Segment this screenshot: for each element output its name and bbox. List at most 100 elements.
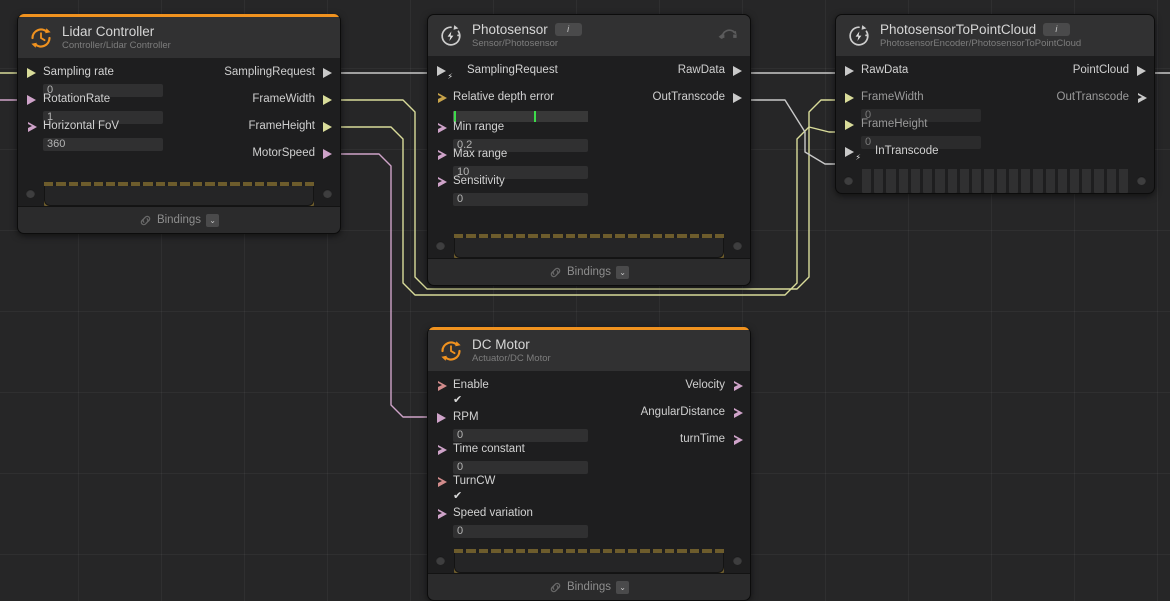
input-port-max-range[interactable] (434, 148, 448, 162)
output-port-turn-time[interactable] (730, 433, 744, 447)
chevron-down-icon[interactable]: ⌄ (616, 580, 630, 594)
input-port-frame-width[interactable] (842, 91, 856, 105)
info-icon[interactable]: i (554, 23, 582, 36)
node-photosensor[interactable]: Photosensor i Sensor/Photosensor ⚡ Sampl… (427, 14, 751, 286)
output-row-point-cloud[interactable]: PointCloud (954, 63, 1154, 77)
input-port-in-transcode[interactable]: ⚡ (842, 145, 861, 162)
chevron-down-icon[interactable]: ⌄ (206, 213, 220, 227)
input-row-turncw[interactable]: TurnCW (428, 474, 628, 488)
checkbox-turncw[interactable]: ✔ (453, 490, 462, 503)
input-port-turncw[interactable] (434, 475, 448, 489)
input-label: Horizontal FoV (43, 120, 120, 132)
output-row-angular-distance[interactable]: AngularDistance (540, 405, 750, 419)
connector-card (44, 186, 314, 206)
bolt-icon: ⚡ (447, 72, 453, 81)
clock-rotate-icon (438, 338, 464, 364)
input-port-min-range[interactable] (434, 121, 448, 135)
input-port-raw-data[interactable] (842, 64, 856, 78)
output-label: OutTranscode (1056, 91, 1129, 103)
node-title-row: Lidar Controller (62, 24, 171, 39)
screw-right (733, 556, 742, 565)
input-port-sensitivity[interactable] (434, 175, 448, 189)
transform-gizmo-icon[interactable] (718, 25, 740, 47)
connector-pins (862, 169, 1128, 193)
output-port-motor-speed[interactable] (320, 147, 334, 161)
output-label: FrameWidth (252, 93, 315, 105)
connector-card (454, 238, 724, 258)
input-port-horizontal-fov[interactable] (24, 120, 38, 134)
input-row-max-range[interactable]: Max range (428, 147, 628, 161)
screw-right (733, 241, 742, 250)
node-subtitle: PhotosensorEncoder/PhotosensorToPointClo… (880, 38, 1082, 49)
node-header[interactable]: Lidar Controller Controller/Lidar Contro… (18, 17, 340, 58)
output-row-motor-speed[interactable]: MotorSpeed (140, 146, 340, 160)
input-field-sensitivity[interactable]: 0 (453, 193, 588, 206)
screw-left (26, 189, 35, 198)
input-port-rpm[interactable] (434, 411, 448, 425)
output-port-out-transcode[interactable] (1134, 91, 1148, 105)
node-title-row: Photosensor i (472, 22, 582, 37)
output-row-out-transcode[interactable]: OutTranscode (954, 90, 1154, 104)
node-title: Lidar Controller (62, 24, 155, 39)
output-row-velocity[interactable]: Velocity (550, 378, 750, 392)
input-row-frame-height[interactable]: FrameHeight (836, 117, 1036, 131)
output-port-raw-data[interactable] (730, 64, 744, 78)
node-graph-canvas[interactable]: Lidar Controller Controller/Lidar Contro… (0, 0, 1170, 601)
wire-outtranscode (744, 99, 842, 165)
input-port-enable[interactable] (434, 379, 448, 393)
output-row-out-transcode[interactable]: OutTranscode (550, 90, 750, 104)
link-icon (549, 266, 562, 279)
output-port-frame-height[interactable] (320, 120, 334, 134)
input-port-time-constant[interactable] (434, 443, 448, 457)
screw-left (436, 556, 445, 565)
output-port-frame-width[interactable] (320, 93, 334, 107)
output-row-frame-height[interactable]: FrameHeight (140, 119, 340, 133)
chevron-down-icon[interactable]: ⌄ (616, 265, 630, 279)
link-icon (139, 214, 152, 227)
input-port-frame-height[interactable] (842, 118, 856, 132)
input-port-sampling-request[interactable]: ⚡ (434, 64, 453, 81)
output-port-out-transcode[interactable] (730, 91, 744, 105)
input-row-min-range[interactable]: Min range (428, 120, 628, 134)
node-photosensor-to-point-cloud[interactable]: PhotosensorToPointCloud i PhotosensorEnc… (835, 14, 1155, 194)
node-header[interactable]: DC Motor Actuator/DC Motor (428, 330, 750, 371)
checkbox-enable[interactable]: ✔ (453, 394, 462, 407)
input-label: RawData (861, 64, 909, 76)
output-port-point-cloud[interactable] (1134, 64, 1148, 78)
input-label: InTranscode (875, 145, 939, 157)
node-header[interactable]: PhotosensorToPointCloud i PhotosensorEnc… (836, 15, 1154, 56)
output-row-turn-time[interactable]: turnTime (550, 432, 750, 446)
input-row-speed-variation[interactable]: Speed variation (428, 506, 628, 520)
output-port-angular-distance[interactable] (730, 406, 744, 420)
node-dc-motor[interactable]: DC Motor Actuator/DC Motor Enable ✔ RPM … (427, 327, 751, 601)
output-row-raw-data[interactable]: RawData (550, 63, 750, 77)
node-body: Enable ✔ RPM 0 Time constant 0 TurnCW ✔ … (428, 371, 750, 543)
output-port-sampling-request[interactable] (320, 66, 334, 80)
bindings-label: Bindings (566, 581, 612, 593)
input-port-rotation-rate[interactable] (24, 93, 38, 107)
output-row-sampling-request[interactable]: SamplingRequest (140, 65, 340, 79)
input-row-in-transcode[interactable]: ⚡ InTranscode (836, 144, 1036, 162)
output-label: PointCloud (1072, 64, 1129, 76)
bindings-bar[interactable]: Bindings ⌄ (428, 573, 750, 600)
node-body: Sampling rate 0 RotationRate 1 Horizonta… (18, 58, 340, 176)
input-port-speed-variation[interactable] (434, 507, 448, 521)
bindings-bar[interactable]: Bindings ⌄ (428, 258, 750, 285)
input-port-relative-depth-error[interactable] (434, 91, 448, 105)
input-field-time-constant[interactable]: 0 (453, 461, 588, 474)
input-label: Time constant (453, 443, 525, 455)
output-port-velocity[interactable] (730, 379, 744, 393)
input-label: Speed variation (453, 507, 533, 519)
input-label: Sensitivity (453, 175, 505, 187)
bindings-bar[interactable]: Bindings ⌄ (18, 206, 340, 233)
node-lidar-controller[interactable]: Lidar Controller Controller/Lidar Contro… (17, 14, 341, 234)
node-title: Photosensor (472, 22, 548, 37)
edge-connector (428, 234, 750, 258)
wire-motorspeed (333, 153, 436, 418)
input-field-speed-variation[interactable]: 0 (453, 525, 588, 538)
input-row-sensitivity[interactable]: Sensitivity (428, 174, 628, 188)
input-port-sampling-rate[interactable] (24, 66, 38, 80)
node-header[interactable]: Photosensor i Sensor/Photosensor (428, 15, 750, 56)
output-row-frame-width[interactable]: FrameWidth (140, 92, 340, 106)
info-icon[interactable]: i (1043, 23, 1071, 36)
